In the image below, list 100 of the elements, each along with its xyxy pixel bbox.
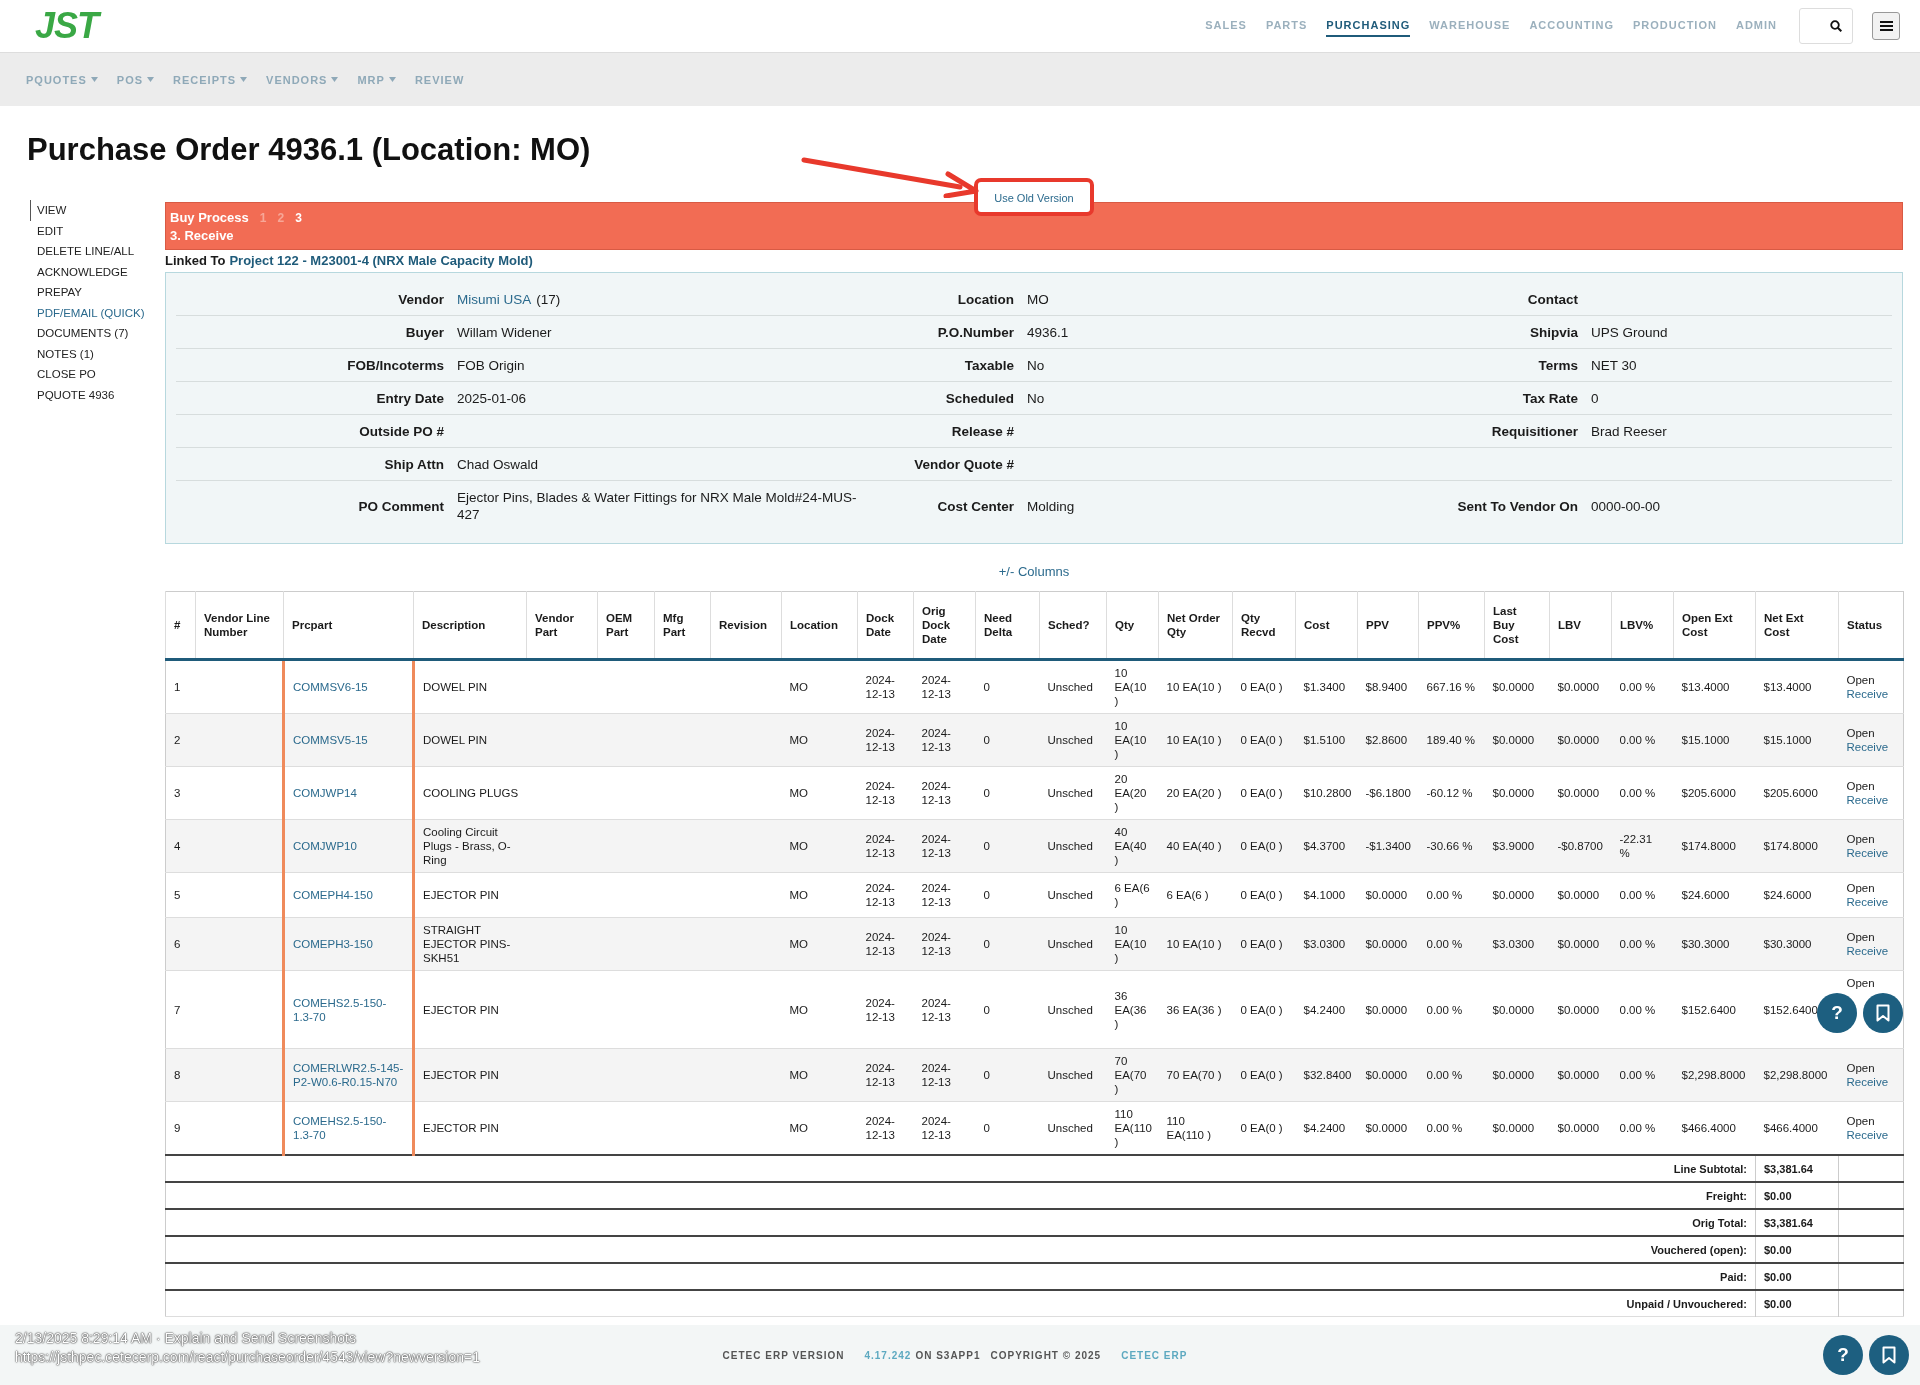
current-step: 3. Receive [170,228,1898,243]
table-cell: 2024-12-13 [921,674,951,700]
table-cell: 0 EA(0 ) [1240,1003,1283,1016]
field-label: Release # [951,423,1014,439]
part-link[interactable]: COMJWP14 [293,786,404,800]
table-cell: $0.0000 [1492,889,1535,901]
receive-link[interactable]: Receive [1846,1128,1895,1142]
column-header: # [165,591,196,660]
table-cell: $0.0000 [1365,1122,1408,1134]
sidebar-item[interactable]: DOCUMENTS (7) [30,323,165,344]
table-cell: Unsched [1047,1122,1093,1134]
receive-link[interactable]: Receive [1846,1075,1895,1089]
menu-button[interactable] [1872,12,1900,40]
sidebar-item[interactable]: PQUOTE 4936 [30,384,165,405]
menu-icon [1879,21,1893,31]
table-cell: 0.00 % [1619,787,1656,799]
column-header: Location [781,591,858,660]
table-cell: $4.1000 [1303,889,1346,901]
column-header: Cost [1295,591,1358,660]
columns-toggle-link[interactable]: +/- Columns [998,564,1070,579]
part-link[interactable]: COMMSV6-15 [293,680,404,694]
table-cell: 0 EA(0 ) [1240,840,1283,852]
table-cell: 0 [983,1069,990,1081]
column-header: Mfg Part [654,591,711,660]
receive-link[interactable]: Receive [1846,895,1895,909]
table-cell: MO [789,1069,809,1081]
table-cell: $0.0000 [1557,787,1600,799]
project-link[interactable]: Project 122 - M23001-4 (NRX Male Capacity Mold) [229,253,533,268]
table-cell: 0 EA(0 ) [1240,938,1283,950]
sidebar-item[interactable]: ACKNOWLEDGE [30,261,165,282]
table-cell: EJECTOR PIN [423,1003,499,1016]
table-cell: $466.4000 [1681,1122,1736,1134]
table-cell: MO [789,787,809,799]
field-value: (17) [536,290,561,308]
help-button[interactable]: ? [1823,1335,1863,1375]
table-cell: 20 EA(20 ) [1166,787,1222,799]
column-header: Net Ext Cost [1755,591,1839,660]
sidebar-item[interactable]: EDIT [30,220,165,241]
field-label: Vendor [398,291,444,307]
receive-link[interactable]: Receive [1846,793,1895,807]
column-header: Dock Date [857,591,914,660]
column-header: Net Order Qty [1158,591,1233,660]
table-cell: $4.3700 [1303,840,1346,852]
bookmark-button[interactable] [1869,1335,1909,1375]
table-cell: $2,298.8000 [1763,1069,1828,1081]
status-text: Open [1846,779,1876,793]
receive-link[interactable]: Receive [1846,846,1895,860]
table-cell: 36 EA(36 ) [1114,989,1147,1030]
bookmark-button[interactable] [1863,993,1903,1033]
table-cell: $0.0000 [1557,1003,1600,1016]
table-cell: $4.2400 [1303,1003,1346,1016]
table-cell: DOWEL PIN [423,734,488,746]
column-header: LBV [1549,591,1612,660]
sidebar-item[interactable]: NOTES (1) [30,343,165,364]
nav-tab[interactable]: PURCHASING [1326,15,1411,37]
receive-link[interactable]: Receive [1846,740,1895,754]
table-cell: 8 [174,1069,181,1081]
sidebar-item[interactable]: PDF/EMAIL (QUICK) [30,302,165,323]
table-cell: MO [789,840,809,852]
table-cell: 70 EA(70 ) [1114,1055,1147,1095]
table-cell: $0.0000 [1492,1122,1535,1134]
table-cell: MO [789,889,809,901]
table-cell: 0 EA(0 ) [1240,1069,1283,1081]
column-header: LBV% [1611,591,1674,660]
column-header: Sched? [1039,591,1107,660]
part-link[interactable]: COMEHS2.5-150-1.3-70 [293,995,404,1024]
help-button[interactable]: ? [1817,993,1857,1033]
total-value: $0.00 [1764,1243,1792,1256]
table-cell: 0 [983,734,990,746]
table-cell: 0 [983,1122,990,1134]
sidebar-item[interactable]: DELETE LINE/ALL [30,241,165,262]
table-cell: $174.8000 [1681,840,1736,852]
search-icon [1830,20,1842,32]
table-cell: COOLING PLUGS [423,787,519,799]
part-link[interactable]: COMEHS2.5-150-1.3-70 [293,1114,404,1142]
total-label: Line Subtotal: [1673,1162,1747,1175]
table-cell: 2024-12-13 [921,780,951,806]
caret-icon [331,77,339,82]
total-label: Vouchered (open): [1650,1243,1747,1256]
sidebar-item[interactable]: PREPAY [30,282,165,303]
vendor-link[interactable]: Misumi USA [457,290,532,308]
field-value: Chad Oswald [457,455,539,473]
column-header: OEM Part [597,591,655,660]
total-value: $3,381.64 [1764,1216,1813,1229]
table-cell: 2024-12-13 [921,996,951,1023]
status-text: Open [1846,1114,1876,1128]
table-cell: $32.8400 [1303,1069,1352,1081]
column-header: Prcpart [283,591,414,660]
part-link[interactable]: COMEPH4-150 [293,888,404,902]
table-cell: 2024-12-13 [921,833,951,859]
field-label: Entry Date [376,390,444,406]
receive-link[interactable]: Receive [1846,687,1895,701]
search-button[interactable] [1799,8,1853,44]
process-step[interactable]: 3 [295,210,302,225]
field-value: Willam Widener [457,323,552,341]
sidebar-item[interactable]: CLOSE PO [30,364,165,385]
table-cell: 2024-12-13 [865,1115,895,1141]
field-value: 0 [1591,389,1599,407]
table-cell: 0.00 % [1619,1069,1656,1081]
receive-link[interactable]: Receive [1846,944,1895,958]
